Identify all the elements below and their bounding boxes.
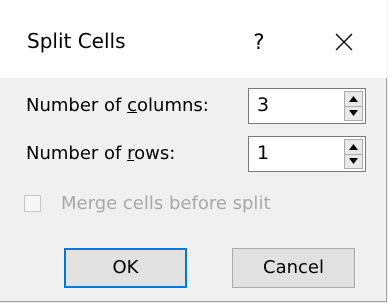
- columns-value[interactable]: 3: [257, 94, 269, 116]
- columns-label-post: olumns:: [137, 95, 209, 116]
- rows-increment-button[interactable]: [345, 140, 362, 155]
- triangle-up-icon: [349, 96, 358, 102]
- columns-spin-buttons: [344, 91, 363, 121]
- merge-cells-checkbox: [24, 195, 41, 212]
- columns-increment-button[interactable]: [345, 92, 362, 107]
- rows-label-pre: Number of: [26, 143, 128, 164]
- title-bar: Split Cells ?: [0, 0, 387, 78]
- columns-label: Number of columns:: [26, 95, 209, 116]
- triangle-down-icon: [349, 110, 358, 116]
- help-button[interactable]: ?: [238, 22, 280, 62]
- split-cells-dialog: Split Cells ? Number of columns: 3 Numbe…: [0, 0, 387, 302]
- rows-label-post: ows:: [134, 143, 176, 164]
- close-icon: [335, 33, 353, 51]
- ok-button[interactable]: OK: [64, 248, 187, 288]
- triangle-down-icon: [349, 158, 358, 164]
- rows-spin-buttons: [344, 139, 363, 169]
- columns-label-pre: Number of: [26, 95, 128, 116]
- rows-value[interactable]: 1: [257, 142, 269, 164]
- columns-spinner[interactable]: 3: [248, 88, 366, 124]
- help-icon: ?: [253, 30, 265, 54]
- rows-decrement-button[interactable]: [345, 154, 362, 168]
- close-button[interactable]: [322, 22, 366, 62]
- columns-decrement-button[interactable]: [345, 106, 362, 120]
- merge-cells-label: Merge cells before split: [61, 193, 271, 214]
- rows-label: Number of rows:: [26, 143, 175, 164]
- cancel-button[interactable]: Cancel: [232, 248, 355, 288]
- columns-label-accelerator: c: [127, 95, 138, 116]
- dialog-title: Split Cells: [27, 29, 126, 53]
- rows-spinner[interactable]: 1: [248, 136, 366, 172]
- triangle-up-icon: [349, 144, 358, 150]
